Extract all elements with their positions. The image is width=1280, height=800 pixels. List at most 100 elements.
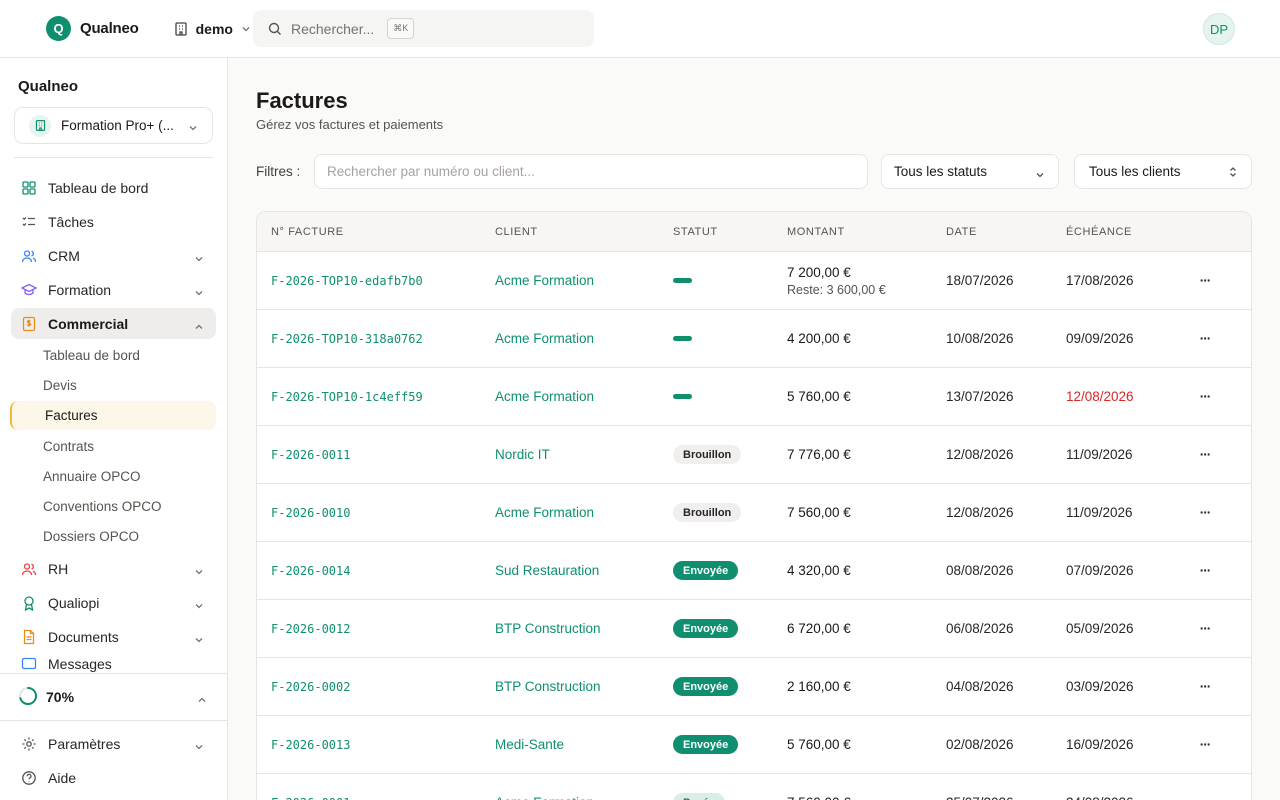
row-actions-button[interactable]: ··· [1195, 658, 1215, 715]
progress-percent: 70% [46, 689, 75, 705]
invoice-number-link[interactable]: F-2026-TOP10-edafb7b0 [271, 252, 423, 309]
sidebar-sub-opco-files[interactable]: Dossiers OPCO [43, 529, 139, 544]
column-header-due[interactable]: ÉCHÉANCE [1066, 226, 1132, 238]
row-actions-button[interactable]: ··· [1195, 600, 1215, 657]
sidebar-item-qualiopi[interactable]: Qualiopi [11, 587, 216, 618]
workspace-label: demo [195, 20, 233, 37]
organization-select-label: Formation Pro+ (... [61, 118, 174, 133]
column-header-date[interactable]: DATE [946, 226, 977, 238]
sidebar-sub-invoices[interactable]: Factures [10, 401, 216, 430]
client-link[interactable]: Acme Formation [495, 484, 594, 541]
chevron-down-icon [194, 739, 204, 755]
row-actions-button[interactable]: ··· [1195, 310, 1215, 367]
row-actions-button[interactable]: ··· [1195, 774, 1215, 800]
sidebar-item-label: Formation [48, 281, 112, 298]
invoice-number-link[interactable]: F-2026-0014 [271, 542, 350, 599]
sidebar-item-crm[interactable]: CRM [11, 240, 216, 271]
building-icon [173, 21, 189, 37]
due-date: 07/09/2026 [1066, 563, 1134, 578]
status-cell [673, 368, 692, 425]
client-link[interactable]: Acme Formation [495, 252, 594, 309]
row-actions-button[interactable]: ··· [1195, 484, 1215, 541]
table-row[interactable]: F-2026-TOP10-edafb7b0 Acme Formation 7 200… [257, 252, 1251, 310]
sidebar-item-dashboard[interactable]: Tableau de bord [11, 172, 216, 203]
column-header-client[interactable]: CLIENT [495, 226, 538, 238]
sidebar-item-settings[interactable]: Paramètres [11, 728, 216, 759]
checklist-icon [21, 214, 37, 230]
client-link[interactable]: Nordic IT [495, 426, 550, 483]
due-date: 17/08/2026 [1066, 273, 1134, 288]
client-link[interactable]: Medi-Sante [495, 716, 564, 773]
chevron-up-down-icon [1228, 166, 1238, 181]
row-actions-button[interactable]: ··· [1195, 716, 1215, 773]
chevron-down-icon [188, 120, 198, 136]
sidebar-item-rh[interactable]: RH [11, 553, 216, 584]
organization-select[interactable]: Formation Pro+ (... [14, 107, 213, 144]
client-link[interactable]: Acme Formation [495, 774, 594, 800]
chevron-up-icon [194, 319, 204, 335]
table-row[interactable]: F-2026-0011 Nordic IT Brouillon 7 776,00 € 1… [257, 426, 1251, 484]
client-link[interactable]: BTP Construction [495, 658, 601, 715]
sidebar-sub-dashboard[interactable]: Tableau de bord [43, 348, 140, 363]
sidebar-item-commercial[interactable]: Commercial [11, 308, 216, 339]
sidebar-sub-opco-agreements[interactable]: Conventions OPCO [43, 499, 162, 514]
row-actions-button[interactable]: ··· [1195, 252, 1215, 309]
onboarding-progress[interactable]: 70% [18, 684, 216, 710]
table-row[interactable]: F-2026-0002 BTP Construction Envoyée 2 160,… [257, 658, 1251, 716]
client-link[interactable]: Acme Formation [495, 368, 594, 425]
brand[interactable]: Q Qualneo [46, 16, 139, 41]
sidebar-item-formation[interactable]: Formation [11, 274, 216, 305]
invoice-number-link[interactable]: F-2026-0012 [271, 600, 350, 657]
sidebar-item-documents[interactable]: Documents [11, 621, 216, 652]
sidebar-sub-contracts[interactable]: Contrats [43, 439, 94, 454]
user-avatar[interactable]: DP [1203, 13, 1235, 45]
sidebar-item-tasks[interactable]: Tâches [11, 206, 216, 237]
sidebar-item-messages[interactable]: Messages [11, 655, 216, 673]
row-actions-button[interactable]: ··· [1195, 542, 1215, 599]
invoice-number-link[interactable]: F-2026-0013 [271, 716, 350, 773]
invoice-number-link[interactable]: F-2026-0001 [271, 774, 350, 800]
invoice-number-link[interactable]: F-2026-0010 [271, 484, 350, 541]
row-actions-button[interactable]: ··· [1195, 426, 1215, 483]
status-filter-select[interactable]: Tous les statuts [881, 154, 1059, 189]
amount-value: 6 720,00 € [787, 621, 851, 636]
table-row[interactable]: F-2026-TOP10-318a0762 Acme Formation 4 200… [257, 310, 1251, 368]
status-cell: Envoyée [673, 542, 739, 599]
chevron-down-icon [194, 598, 204, 614]
table-row[interactable]: F-2026-0014 Sud Restauration Envoyée 4 320,… [257, 542, 1251, 600]
invoice-number-link[interactable]: F-2026-0002 [271, 658, 350, 715]
award-icon [21, 595, 37, 611]
sidebar-item-help[interactable]: Aide [11, 762, 216, 793]
column-header-number[interactable]: N° FACTURE [271, 226, 344, 238]
invoice-number-link[interactable]: F-2026-TOP10-1c4eff59 [271, 368, 423, 425]
sidebar-sub-opco-directory[interactable]: Annuaire OPCO [43, 469, 141, 484]
amount-value: 7 560,00 € [787, 505, 851, 520]
column-header-status[interactable]: STATUT [673, 226, 718, 238]
global-search[interactable]: Rechercher... ⌘K [253, 10, 594, 47]
sidebar-sub-quotes[interactable]: Devis [43, 378, 77, 393]
table-row[interactable]: F-2026-0001 Acme Formation Payée 7 560,00 €… [257, 774, 1251, 800]
amount-cell: 5 760,00 € [787, 368, 851, 425]
column-header-amount[interactable]: MONTANT [787, 226, 845, 238]
table-row[interactable]: F-2026-0013 Medi-Sante Envoyée 5 760,00 € 02… [257, 716, 1251, 774]
client-link[interactable]: Sud Restauration [495, 542, 599, 599]
invoice-number-link[interactable]: F-2026-TOP10-318a0762 [271, 310, 423, 367]
invoice-date: 02/08/2026 [946, 737, 1014, 752]
row-actions-button[interactable]: ··· [1195, 368, 1215, 425]
table-row[interactable]: F-2026-0010 Acme Formation Brouillon 7 560,… [257, 484, 1251, 542]
due-date: 11/09/2026 [1066, 505, 1133, 520]
amount-value: 4 200,00 € [787, 331, 851, 346]
table-row[interactable]: F-2026-TOP10-1c4eff59 Acme Formation 5 760… [257, 368, 1251, 426]
client-link[interactable]: Acme Formation [495, 310, 594, 367]
table-row[interactable]: F-2026-0012 BTP Construction Envoyée 6 720,… [257, 600, 1251, 658]
due-date: 24/08/2026 [1066, 774, 1134, 800]
client-link[interactable]: BTP Construction [495, 600, 601, 657]
amount-value: 2 160,00 € [787, 679, 851, 694]
search-placeholder: Rechercher... [291, 20, 375, 37]
invoice-search-input[interactable] [314, 154, 868, 189]
invoice-number-link[interactable]: F-2026-0011 [271, 426, 350, 483]
workspace-switcher[interactable]: demo [171, 13, 253, 45]
status-badge: Payée [673, 793, 725, 800]
users-icon [21, 561, 37, 577]
client-filter-select[interactable]: Tous les clients [1074, 154, 1252, 189]
